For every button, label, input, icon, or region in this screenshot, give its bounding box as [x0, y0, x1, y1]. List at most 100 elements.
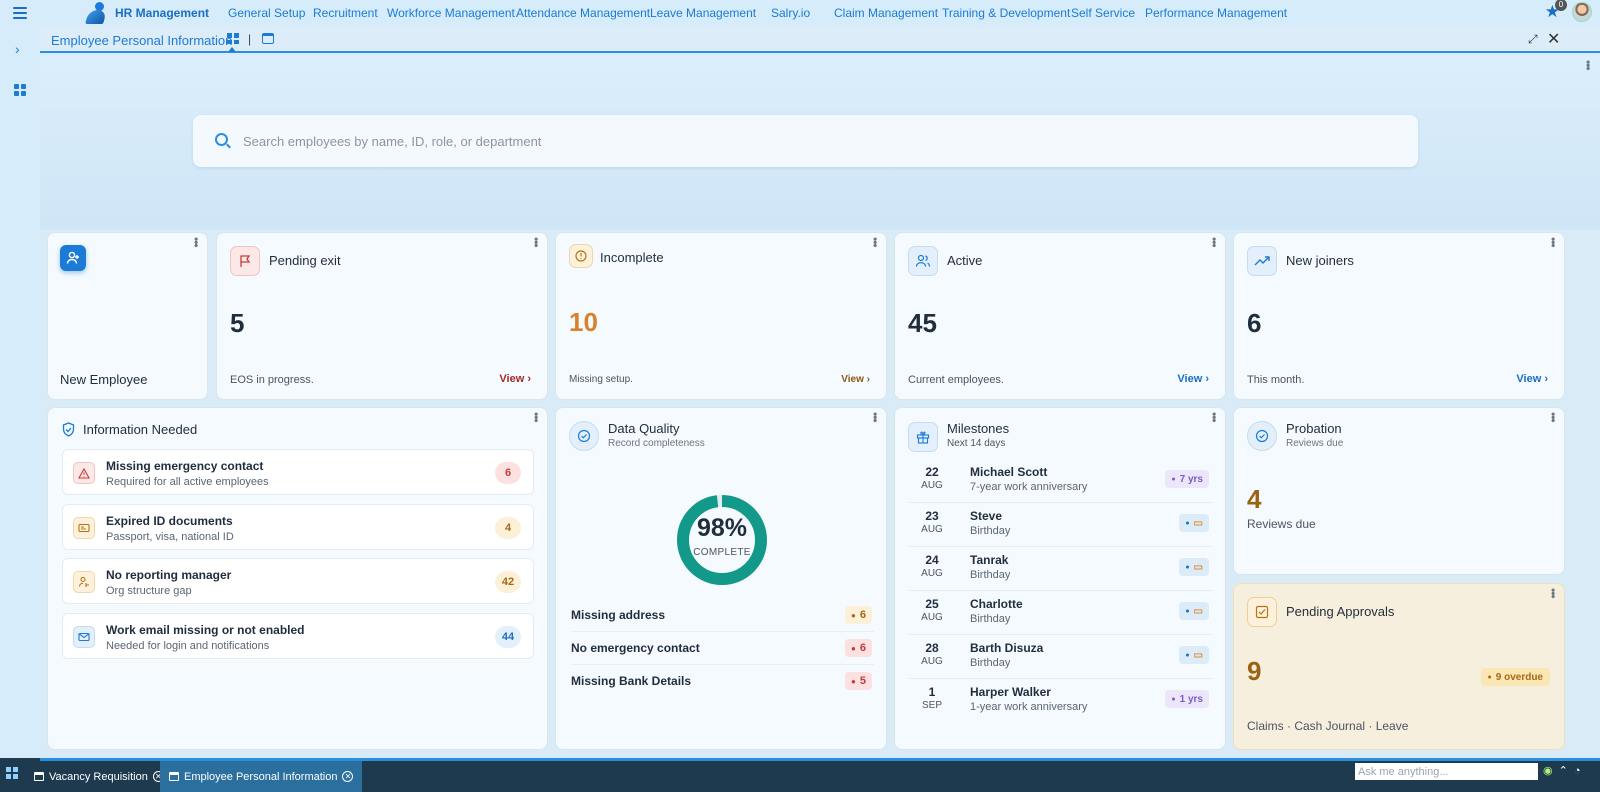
milestone-row[interactable]: 28 AUG Barth Disuza Birthday ● ▭	[908, 635, 1213, 679]
milestone-month: AUG	[921, 480, 943, 491]
favorites-star-icon[interactable]: ★ 0	[1545, 0, 1567, 22]
info-item[interactable]: Expired ID documents Passport, visa, nat…	[62, 504, 534, 550]
information-needed-card: ••• Information Needed Missing emergency…	[47, 407, 548, 750]
start-grid-icon[interactable]	[6, 767, 19, 779]
chevron-up-icon[interactable]: ⌃	[1559, 764, 1568, 777]
info-item-count: 42	[495, 571, 521, 593]
menu-performance-management[interactable]: Performance Management	[1145, 6, 1287, 20]
card-subtitle: Reviews due	[1286, 438, 1344, 449]
chevron-right-icon[interactable]: ›	[15, 41, 20, 57]
users-icon	[908, 246, 938, 276]
menu-general-setup[interactable]: General Setup	[228, 6, 305, 20]
card-title: Pending Approvals	[1286, 604, 1395, 619]
card-menu-icon[interactable]: •••	[1546, 412, 1560, 422]
expand-icon[interactable]: ⤢	[1528, 32, 1538, 47]
gift-icon	[908, 422, 938, 452]
top-nav: HR Management General Setup Recruitment …	[0, 0, 1600, 26]
pending-exit-value: 5	[230, 308, 245, 338]
tab-form-icon[interactable]	[262, 33, 274, 44]
taskbar: Vacancy Requisition ✕ Employee Personal …	[0, 758, 1600, 792]
menu-training-development[interactable]: Training & Development	[942, 6, 1070, 20]
taskbar-tab[interactable]: Vacancy Requisition ✕	[25, 761, 173, 792]
dot-icon: ●	[1185, 651, 1190, 659]
milestone-day: 24	[925, 553, 939, 567]
card-menu-icon[interactable]: •••	[1207, 237, 1221, 247]
menu-salry-io[interactable]: Salry.io	[771, 6, 810, 20]
info-item-title: No reporting manager	[106, 568, 232, 582]
milestones-card: ••• Milestones Next 14 days 22 AUG Michael…	[894, 407, 1226, 750]
search-box	[193, 115, 1418, 167]
hamburger-menu-icon[interactable]	[0, 0, 40, 26]
taskbar-tab-label: Employee Personal Information	[184, 770, 338, 783]
card-menu-icon[interactable]: •••	[868, 237, 882, 247]
brand-logo	[85, 2, 109, 24]
close-tab-icon[interactable]: ✕	[342, 771, 354, 782]
cake-icon: ▭	[1193, 605, 1203, 617]
card-menu-icon[interactable]: •••	[529, 412, 543, 422]
tab-dashboard-icon[interactable]	[227, 33, 239, 44]
search-input[interactable]	[243, 129, 1393, 153]
card-description: Current employees.	[908, 374, 1004, 386]
birthday-badge: ● ▭	[1179, 558, 1209, 576]
info-item[interactable]: Missing emergency contact Required for a…	[62, 449, 534, 495]
milestone-desc: Birthday	[970, 569, 1011, 581]
hero-menu-icon[interactable]: •••	[1581, 60, 1595, 70]
card-menu-icon[interactable]: •••	[189, 237, 203, 247]
card-menu-icon[interactable]: •••	[1546, 588, 1560, 598]
card-title: Probation	[1286, 421, 1342, 436]
milestone-row[interactable]: 1 SEP Harper Walker 1-year work anniversary…	[908, 679, 1213, 723]
assistant-bot-icon[interactable]: ◉	[1543, 764, 1553, 777]
incomplete-card: ••• Incomplete 10 Missing setup. View ›	[555, 232, 887, 400]
dq-row[interactable]: No emergency contact ● 6	[571, 632, 874, 665]
brand-name: HR Management	[115, 6, 210, 20]
info-item-sub: Passport, visa, national ID	[106, 531, 234, 543]
view-link[interactable]: View ›	[841, 374, 870, 385]
menu-leave-management[interactable]: Leave Management	[650, 6, 756, 20]
milestone-day: 1	[928, 685, 936, 699]
dq-label: Missing address	[571, 608, 666, 622]
check-circle-icon	[569, 421, 599, 451]
milestone-row[interactable]: 23 AUG Steve Birthday ● ▭	[908, 503, 1213, 547]
card-description: Missing setup.	[569, 374, 633, 385]
favorites-count: 0	[1555, 0, 1567, 11]
taskbar-tab-active[interactable]: Employee Personal Information ✕	[160, 761, 363, 792]
id-card-icon	[73, 517, 95, 539]
network-icon[interactable]: ◔	[1574, 765, 1581, 777]
menu-workforce-management[interactable]: Workforce Management	[387, 6, 515, 20]
info-item[interactable]: No reporting manager Org structure gap 4…	[62, 558, 534, 604]
card-menu-icon[interactable]: •••	[529, 237, 543, 247]
overdue-badge: ● 9 overdue	[1480, 668, 1550, 686]
card-menu-icon[interactable]: •••	[1207, 412, 1221, 422]
milestone-desc: 7-year work anniversary	[970, 481, 1088, 493]
milestone-desc: Birthday	[970, 613, 1011, 625]
view-link[interactable]: View ›	[1177, 373, 1209, 385]
ask-input[interactable]	[1355, 763, 1538, 780]
card-menu-icon[interactable]: •••	[1546, 237, 1560, 247]
view-link[interactable]: View ›	[499, 373, 531, 385]
view-link[interactable]: View ›	[1516, 373, 1548, 385]
dq-row[interactable]: Missing address ● 6	[571, 599, 874, 632]
card-menu-icon[interactable]: •••	[868, 412, 882, 422]
new-employee-card[interactable]: ••• New Employee	[47, 232, 208, 400]
menu-recruitment[interactable]: Recruitment	[313, 6, 378, 20]
dashboard-grid-icon[interactable]	[14, 84, 26, 96]
avatar[interactable]	[1572, 2, 1592, 22]
milestone-row[interactable]: 25 AUG Charlotte Birthday ● ▭	[908, 591, 1213, 635]
checkbox-icon	[1247, 597, 1277, 627]
info-item-title: Expired ID documents	[106, 514, 233, 528]
active-card: ••• Active 45 Current employees. View ›	[894, 232, 1226, 400]
dq-row[interactable]: Missing Bank Details ● 5	[571, 665, 874, 698]
menu-self-service[interactable]: Self Service	[1071, 6, 1135, 20]
dq-count-badge: ● 5	[845, 672, 872, 690]
card-description: This month.	[1247, 374, 1305, 386]
info-item[interactable]: Work email missing or not enabled Needed…	[62, 613, 534, 659]
menu-attendance-management[interactable]: Attendance Management	[516, 6, 650, 20]
new-joiners-value: 6	[1247, 308, 1262, 338]
menu-claim-management[interactable]: Claim Management	[834, 6, 938, 20]
milestone-row[interactable]: 24 AUG Tanrak Birthday ● ▭	[908, 547, 1213, 591]
brand[interactable]: HR Management	[85, 2, 209, 24]
close-icon[interactable]: ✕	[1547, 29, 1560, 49]
milestone-row[interactable]: 22 AUG Michael Scott 7-year work anniversar…	[908, 459, 1213, 503]
milestone-tag: 1 yrs	[1179, 693, 1203, 705]
dq-count: 6	[859, 642, 866, 654]
